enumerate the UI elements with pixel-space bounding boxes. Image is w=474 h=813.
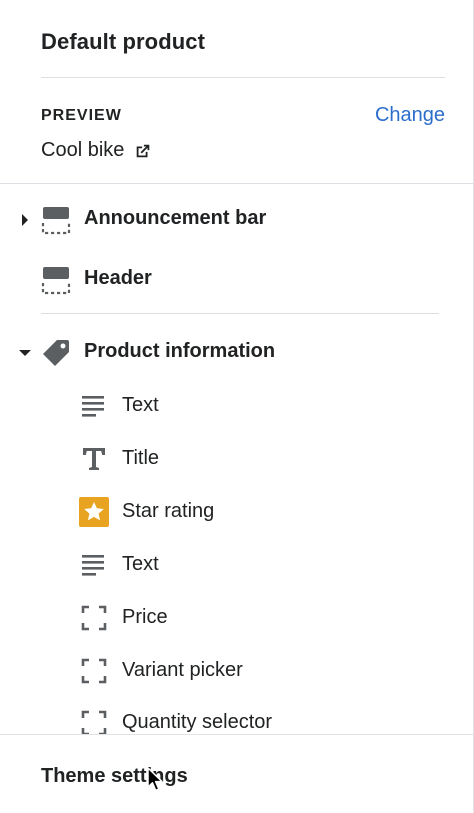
star-app-icon <box>78 496 110 528</box>
block-row-title[interactable]: Title <box>0 442 473 476</box>
section-layout-icon <box>41 207 71 235</box>
divider <box>41 313 439 314</box>
text-lines-icon <box>78 390 110 422</box>
block-label: Title <box>122 447 160 469</box>
block-label: Price <box>122 606 168 628</box>
section-label: Announcement bar <box>84 207 267 229</box>
block-row-star-rating[interactable]: Star rating <box>0 495 473 529</box>
change-preview-link[interactable]: Change <box>375 104 445 127</box>
dashed-square-icon <box>78 655 110 687</box>
block-label: Quantity selector <box>122 711 273 733</box>
section-header[interactable]: Header <box>0 263 473 297</box>
section-announcement-bar[interactable]: Announcement bar <box>0 203 473 237</box>
page-title: Default product <box>41 29 206 54</box>
preview-product-name: Cool bike <box>41 139 125 161</box>
caret-down-icon[interactable] <box>17 345 33 361</box>
section-product-information[interactable]: Product information <box>0 336 473 370</box>
block-label: Text <box>122 394 159 416</box>
title-t-icon <box>78 443 110 475</box>
block-row-text[interactable]: Text <box>0 548 473 582</box>
caret-right-icon[interactable] <box>17 212 33 228</box>
external-link-icon[interactable] <box>134 142 152 160</box>
divider <box>0 183 473 184</box>
block-label: Text <box>122 553 159 575</box>
text-lines-icon <box>78 549 110 581</box>
section-label: Header <box>84 267 152 289</box>
dashed-square-icon <box>78 602 110 634</box>
block-row-price[interactable]: Price <box>0 601 473 635</box>
block-label: Star rating <box>122 500 215 522</box>
mouse-cursor-icon <box>147 767 163 792</box>
sidebar-footer: Theme settings <box>0 734 473 813</box>
block-label: Variant picker <box>122 659 243 681</box>
tag-icon <box>43 340 69 366</box>
block-row-text[interactable]: Text <box>0 389 473 423</box>
theme-settings-button[interactable]: Theme settings <box>41 765 188 788</box>
divider <box>41 77 445 78</box>
section-layout-icon <box>41 267 71 295</box>
preview-label: PREVIEW <box>41 107 122 124</box>
theme-editor-sidebar: Default product PREVIEW Change Cool bike… <box>0 0 474 813</box>
block-row-variant-picker[interactable]: Variant picker <box>0 654 473 688</box>
preview-product[interactable]: Cool bike <box>41 139 152 162</box>
section-label: Product information <box>84 340 276 362</box>
